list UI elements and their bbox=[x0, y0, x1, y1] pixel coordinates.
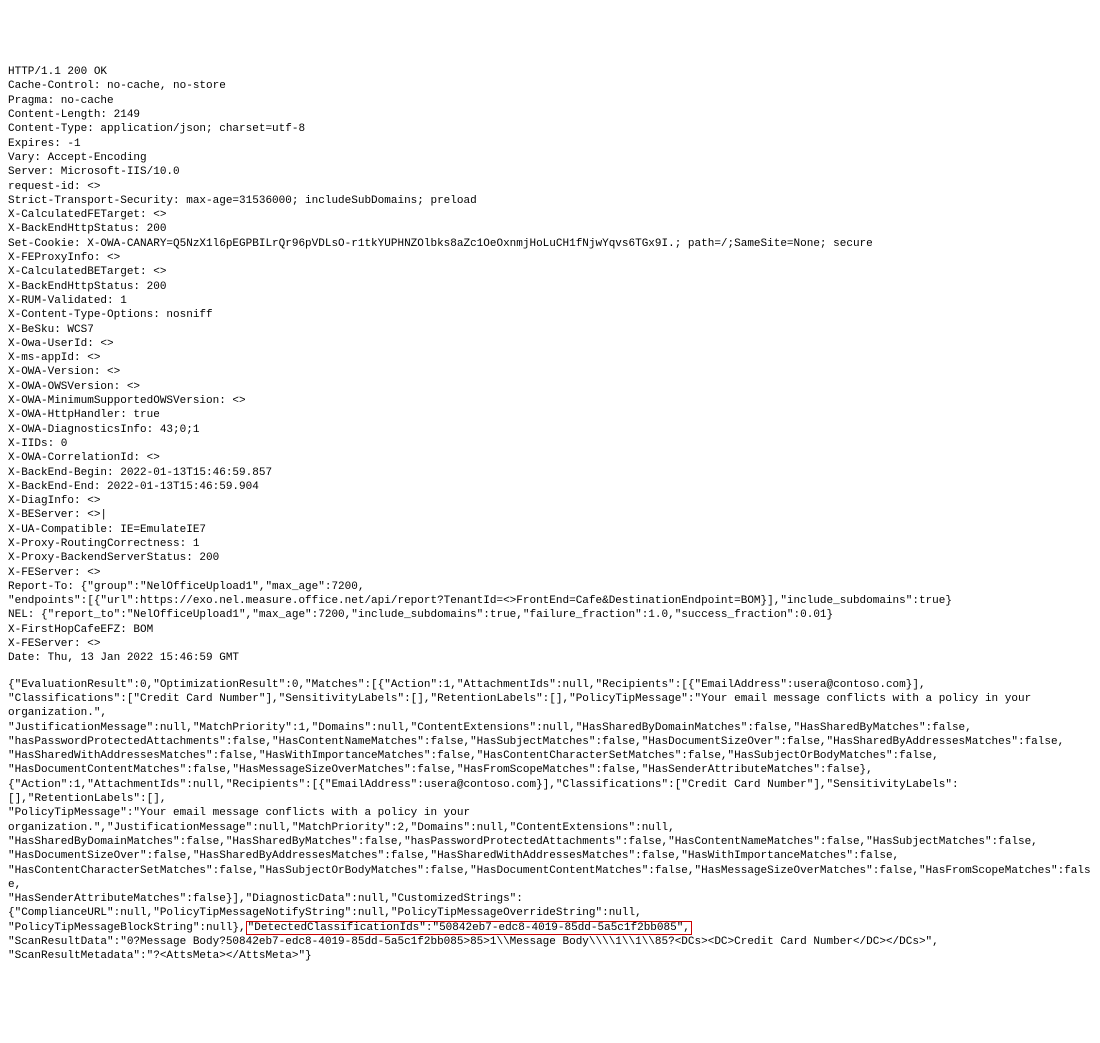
http-body: {"EvaluationResult":0,"OptimizationResul… bbox=[8, 678, 1092, 964]
headers-text: HTTP/1.1 200 OK Cache-Control: no-cache,… bbox=[8, 66, 952, 664]
http-headers: HTTP/1.1 200 OK Cache-Control: no-cache,… bbox=[8, 65, 1092, 665]
body-pre: {"EvaluationResult":0,"OptimizationResul… bbox=[8, 679, 1091, 934]
highlighted-detected-classification: "DetectedClassificationIds":"50842eb7-ed… bbox=[246, 921, 692, 935]
body-post: "ScanResultData":"0?Message Body?50842eb… bbox=[8, 936, 939, 962]
